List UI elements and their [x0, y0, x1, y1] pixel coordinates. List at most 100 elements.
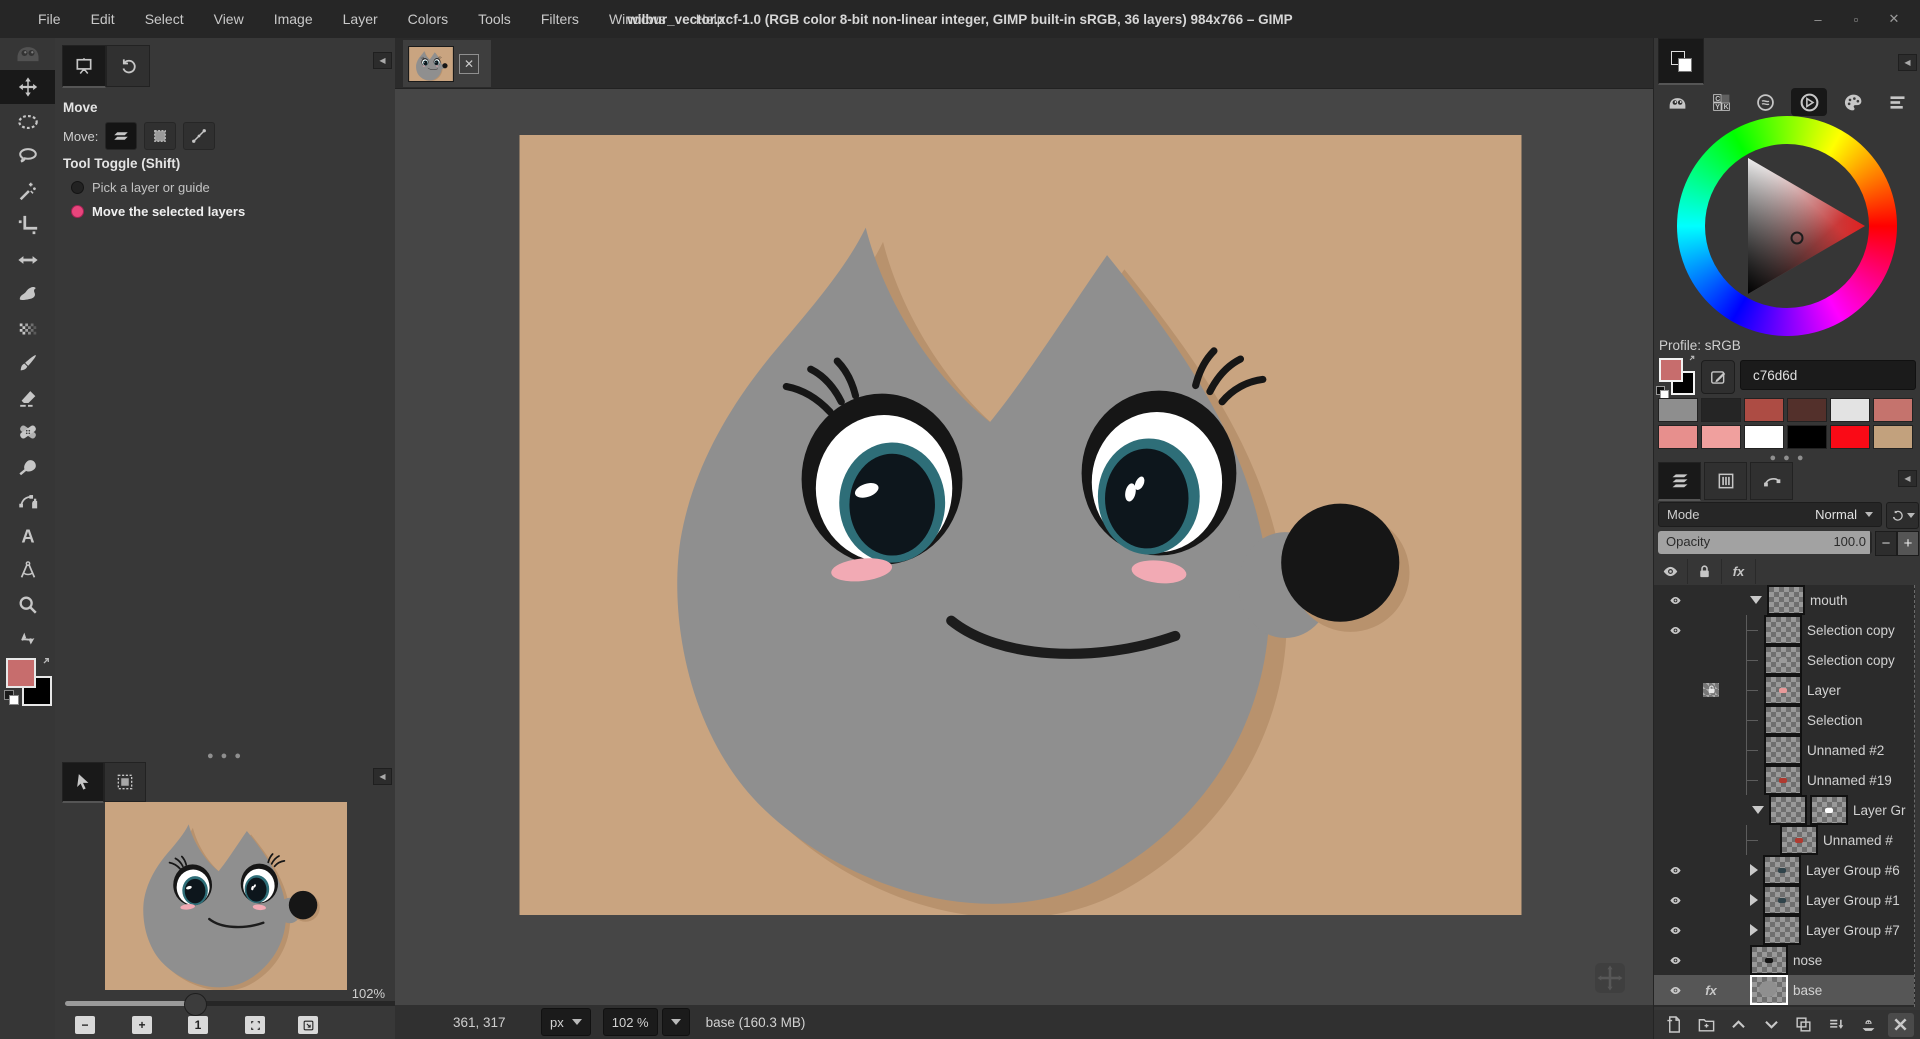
tab-layers[interactable]: [1658, 462, 1701, 501]
canvas-image[interactable]: [519, 135, 1522, 915]
tool-free-select-icon[interactable]: [0, 139, 55, 173]
tool-ellipse-select-icon[interactable]: [0, 105, 55, 139]
swap-colors-icon[interactable]: [38, 656, 51, 669]
navigation-zoom-slider[interactable]: [65, 996, 443, 1010]
delete-layer-button[interactable]: [1888, 1013, 1914, 1037]
radio-selected-icon[interactable]: [71, 205, 84, 218]
palette-swatch[interactable]: [1701, 425, 1741, 449]
menu-file[interactable]: File: [38, 11, 61, 27]
dock-menu-button-3[interactable]: ◀: [1898, 54, 1917, 71]
layer-thumbnail[interactable]: [1763, 855, 1801, 885]
zoom-entry[interactable]: 102 %: [603, 1008, 658, 1036]
unit-select[interactable]: px: [541, 1008, 591, 1036]
palette-swatch[interactable]: [1701, 398, 1741, 422]
color-tab-wilber[interactable]: [1660, 88, 1696, 116]
palette-swatch[interactable]: [1744, 398, 1784, 422]
visibility-eye-icon[interactable]: [1662, 624, 1688, 637]
palette-swatch[interactable]: [1787, 425, 1827, 449]
dock-menu-button-4[interactable]: ◀: [1898, 470, 1917, 487]
foreground-color-swatch[interactable]: [6, 658, 36, 688]
opacity-decrease-button[interactable]: −: [1875, 531, 1897, 556]
layer-row-layer-group-1[interactable]: Layer Group #1: [1654, 885, 1914, 915]
layer-row-unnamed-[interactable]: Unnamed #: [1654, 825, 1914, 855]
visibility-eye-icon[interactable]: [1662, 924, 1688, 937]
zoom-100-button[interactable]: 1: [188, 1016, 208, 1034]
color-tab-scales[interactable]: [1879, 88, 1915, 116]
layer-mode-select[interactable]: Mode Normal: [1658, 502, 1882, 527]
layer-thumbnail[interactable]: [1764, 765, 1802, 795]
menu-filters[interactable]: Filters: [541, 11, 579, 27]
layer-row-layer[interactable]: Layer: [1654, 675, 1914, 705]
layer-thumbnail[interactable]: [1763, 915, 1801, 945]
layer-thumbnail[interactable]: [1750, 975, 1788, 1005]
canvas-navigation-icon[interactable]: [1595, 963, 1625, 993]
tool-zoom-icon[interactable]: [0, 588, 55, 622]
layer-thumbnail[interactable]: [1764, 645, 1802, 675]
layer-thumbnail[interactable]: [1764, 675, 1802, 705]
layer-thumbnail[interactable]: [1764, 615, 1802, 645]
dock-menu-button-2[interactable]: ◀: [373, 768, 392, 785]
canvas-viewport[interactable]: [395, 88, 1653, 1005]
lower-layer-button[interactable]: [1758, 1013, 1784, 1037]
layer-row-mouth[interactable]: mouth: [1654, 585, 1914, 615]
maximize-icon[interactable]: ▫: [1848, 12, 1864, 27]
foreground-color-swatch[interactable]: [1659, 358, 1683, 382]
layer-thumbnail[interactable]: [1750, 945, 1788, 975]
tab-navigation[interactable]: [62, 762, 104, 803]
opacity-increase-button[interactable]: +: [1897, 531, 1919, 556]
zoom-slider-knob[interactable]: [184, 993, 207, 1016]
palette-swatch[interactable]: [1830, 425, 1870, 449]
menu-windows[interactable]: Windows: [609, 11, 666, 27]
menu-tools[interactable]: Tools: [478, 11, 511, 27]
tool-gradient-icon[interactable]: [0, 312, 55, 346]
switch-lock-icon[interactable]: [1688, 559, 1722, 584]
move-layer-button[interactable]: [105, 122, 137, 150]
tool-bucket-fill-icon[interactable]: [0, 277, 55, 311]
menu-layer[interactable]: Layer: [343, 11, 378, 27]
anchor-layer-button[interactable]: [1855, 1013, 1881, 1037]
edit-color-button[interactable]: [1701, 360, 1735, 394]
tab-selection-editor[interactable]: [104, 762, 146, 802]
tab-undo-history[interactable]: [106, 45, 150, 87]
layer-row-layer-group-7[interactable]: Layer Group #7: [1654, 915, 1914, 945]
expander-open-icon[interactable]: [1750, 596, 1762, 604]
minimize-icon[interactable]: –: [1810, 12, 1826, 27]
color-tab-watercolor[interactable]: [1748, 88, 1784, 116]
expander-open-icon[interactable]: [1752, 806, 1764, 814]
zoom-in-button[interactable]: +: [132, 1016, 152, 1034]
move-path-button[interactable]: [183, 122, 215, 150]
expander-closed-icon[interactable]: [1750, 924, 1758, 936]
visibility-eye-icon[interactable]: [1662, 894, 1688, 907]
tool-eraser-icon[interactable]: [0, 381, 55, 415]
menu-help[interactable]: Help: [696, 11, 725, 27]
visibility-eye-icon[interactable]: [1662, 594, 1688, 607]
menu-edit[interactable]: Edit: [91, 11, 115, 27]
layer-row-unnamed-19[interactable]: Unnamed #19: [1654, 765, 1914, 795]
tool-crop-icon[interactable]: [0, 208, 55, 242]
color-wheel[interactable]: [1677, 116, 1897, 336]
new-layer-button[interactable]: [1661, 1013, 1687, 1037]
merge-down-button[interactable]: [1823, 1013, 1849, 1037]
layer-thumbnail[interactable]: [1769, 795, 1807, 825]
visibility-eye-icon[interactable]: [1662, 984, 1688, 997]
layer-row-base[interactable]: fxbase: [1654, 975, 1914, 1005]
layer-thumbnail[interactable]: [1764, 735, 1802, 765]
dock-menu-button[interactable]: ◀: [373, 52, 392, 69]
layer-thumbnail[interactable]: [1810, 795, 1848, 825]
color-tab-palette[interactable]: [1835, 88, 1871, 116]
layer-row-selection-copy[interactable]: Selection copy: [1654, 615, 1914, 645]
expander-closed-icon[interactable]: [1750, 864, 1758, 876]
switch-visibility-icon[interactable]: [1654, 559, 1688, 584]
tab-fg-bg-colors[interactable]: [1658, 38, 1704, 85]
tab-tool-options[interactable]: [62, 45, 106, 88]
hex-color-input[interactable]: c76d6d: [1740, 360, 1916, 390]
new-group-button[interactable]: [1694, 1013, 1720, 1037]
palette-swatch[interactable]: [1787, 398, 1827, 422]
visibility-eye-icon[interactable]: [1662, 864, 1688, 877]
layer-row-unnamed-2[interactable]: Unnamed #2: [1654, 735, 1914, 765]
fit-image-button[interactable]: [245, 1016, 265, 1034]
default-colors-icon[interactable]: [1656, 386, 1668, 398]
color-tab-wheel[interactable]: [1791, 88, 1827, 116]
tab-channels[interactable]: [1704, 462, 1747, 500]
tool-paintbrush-icon[interactable]: [0, 346, 55, 380]
